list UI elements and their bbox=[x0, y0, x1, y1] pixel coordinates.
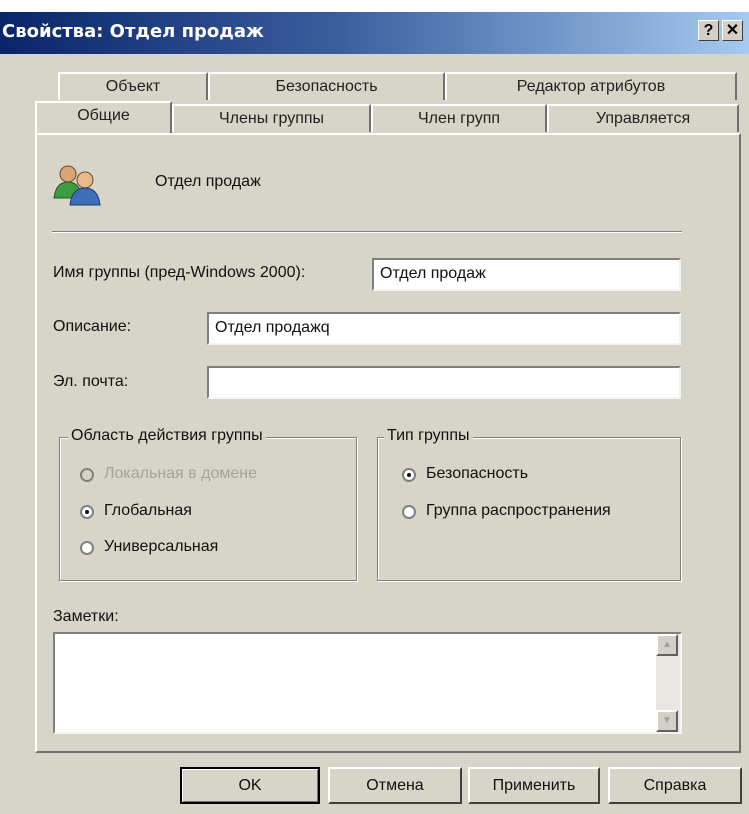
scope-global-radio[interactable] bbox=[80, 505, 94, 519]
group-scope-legend: Область действия группы bbox=[68, 427, 266, 445]
scope-domain-local-label: Локальная в домене bbox=[104, 465, 257, 482]
tab-row-front: Общие Члены группы Член групп Управляетс… bbox=[0, 101, 749, 133]
tab-object[interactable]: Объект bbox=[58, 72, 208, 100]
tab-managed-by[interactable]: Управляется bbox=[547, 104, 739, 132]
tab-members[interactable]: Члены группы bbox=[172, 104, 371, 132]
group-name-heading: Отдел продаж bbox=[155, 173, 261, 190]
pre2000-name-label: Имя группы (пред-Windows 2000): bbox=[53, 264, 306, 281]
separator bbox=[52, 231, 682, 233]
help-button[interactable]: ? bbox=[698, 20, 719, 41]
tab-member-of[interactable]: Член групп bbox=[371, 104, 547, 132]
scope-domain-local-radio bbox=[80, 468, 94, 482]
tab-attribute-editor[interactable]: Редактор атрибутов bbox=[445, 72, 737, 100]
scope-global-label[interactable]: Глобальная bbox=[104, 502, 192, 520]
scope-universal-radio[interactable] bbox=[80, 541, 94, 555]
description-field[interactable]: Отдел продажq bbox=[207, 312, 681, 345]
users-group-icon bbox=[52, 160, 102, 206]
type-distribution-radio[interactable] bbox=[402, 505, 416, 519]
scroll-down-icon[interactable]: ▼ bbox=[656, 710, 678, 732]
tab-general[interactable]: Общие bbox=[35, 101, 172, 133]
notes-textarea[interactable] bbox=[53, 632, 682, 734]
ok-button[interactable]: OK bbox=[180, 767, 320, 804]
title-bar[interactable]: Свойства: Отдел продаж ? ✕ bbox=[0, 12, 749, 54]
email-label: Эл. почта: bbox=[53, 373, 129, 390]
scope-universal-label[interactable]: Универсальная bbox=[104, 538, 218, 556]
close-button[interactable]: ✕ bbox=[722, 20, 743, 41]
type-security-label[interactable]: Безопасность bbox=[426, 465, 528, 483]
email-field[interactable] bbox=[207, 366, 681, 399]
type-distribution-label[interactable]: Группа распространения bbox=[426, 502, 611, 520]
help-dialog-button: Справка bbox=[608, 767, 742, 804]
type-security-radio[interactable] bbox=[402, 468, 416, 482]
group-type-legend: Тип группы bbox=[384, 427, 473, 445]
scroll-up-icon[interactable]: ▲ bbox=[656, 634, 678, 656]
pre2000-name-field[interactable]: Отдел продаж bbox=[372, 258, 681, 291]
description-label: Описание: bbox=[53, 318, 132, 335]
tab-row-back: Объект Безопасность Редактор атрибутов bbox=[0, 72, 749, 100]
cancel-button[interactable]: Отмена bbox=[328, 767, 462, 804]
apply-button[interactable]: Применить bbox=[468, 767, 600, 804]
notes-scrollbar[interactable]: ▲ ▼ bbox=[656, 634, 680, 732]
window-title: Свойства: Отдел продаж bbox=[2, 21, 264, 42]
notes-label: Заметки: bbox=[53, 608, 119, 625]
tab-security[interactable]: Безопасность bbox=[208, 72, 445, 100]
